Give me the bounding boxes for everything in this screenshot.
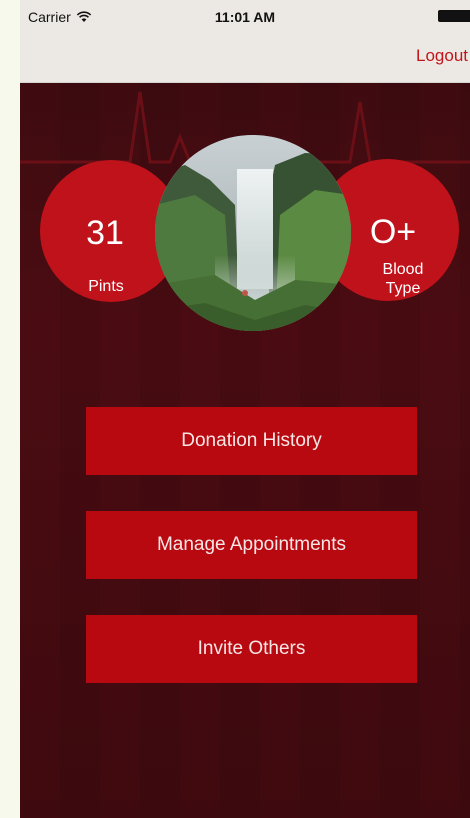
- blood-type-label-line1: Blood: [382, 261, 424, 278]
- logout-button[interactable]: Logout: [416, 46, 468, 66]
- manage-appointments-button[interactable]: Manage Appointments: [86, 511, 417, 579]
- blood-type-label-line2: Type: [385, 280, 421, 297]
- app-screen: Carrier 11:01 AM Logout 31 Pints O+ Bloo…: [20, 0, 470, 818]
- navigation-bar: Carrier 11:01 AM Logout: [20, 0, 470, 83]
- blood-type-label: Blood Type: [377, 260, 429, 298]
- waterfall-image: [155, 135, 351, 331]
- donation-history-button[interactable]: Donation History: [86, 407, 417, 475]
- clock: 11:01 AM: [214, 9, 276, 25]
- status-bar: Carrier 11:01 AM: [20, 0, 470, 34]
- pints-label: Pints: [88, 278, 124, 295]
- battery-icon: [438, 10, 470, 22]
- invite-others-button[interactable]: Invite Others: [86, 615, 417, 683]
- pints-value: 31: [86, 214, 124, 252]
- waterfall-photo: [155, 135, 351, 331]
